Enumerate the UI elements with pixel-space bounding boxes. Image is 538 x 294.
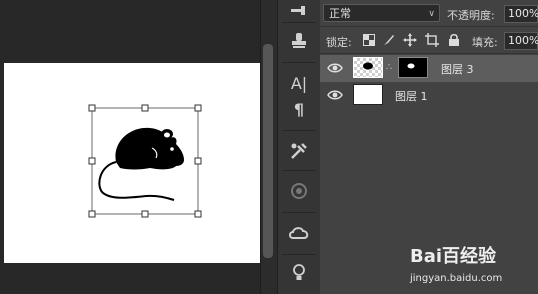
transform-handle-bottom-right[interactable] <box>194 210 202 218</box>
3d-panel-icon[interactable] <box>286 180 312 202</box>
panel-icon-dock: A| ¶ <box>277 0 321 294</box>
paragraph-glyph: ¶ <box>293 99 305 119</box>
lock-label: 锁定: <box>326 36 352 49</box>
transform-handle-top-right[interactable] <box>194 104 202 112</box>
mask-link-icon[interactable]: ∴ <box>386 62 392 73</box>
type-panel-icon[interactable]: A| <box>286 72 312 94</box>
layer-row-layer-1[interactable]: 图层 1 <box>320 82 538 109</box>
transform-handle-left[interactable] <box>88 157 96 165</box>
lock-image-pixels-icon[interactable] <box>382 33 396 47</box>
canvas-scrollbar-thumb[interactable] <box>263 44 273 258</box>
visibility-eye-icon[interactable] <box>327 61 343 75</box>
layer-thumbnail[interactable] <box>353 57 383 78</box>
fill-field[interactable]: 100% <box>504 32 538 50</box>
layer-mask-thumbnail[interactable] <box>398 57 428 78</box>
clone-stamp-icon[interactable] <box>286 30 312 52</box>
learn-icon[interactable] <box>286 262 312 284</box>
opacity-value: 100% <box>508 7 538 20</box>
lock-position-icon[interactable] <box>403 33 417 47</box>
layer-name[interactable]: 图层 1 <box>395 88 428 104</box>
visibility-eye-icon[interactable] <box>327 88 343 102</box>
layer-row-layer-3[interactable]: ∴ 图层 3 <box>320 55 538 82</box>
lock-all-icon[interactable] <box>447 33 461 47</box>
watermark-url: jingyan.baidu.com <box>410 273 503 284</box>
brush-settings-icon[interactable] <box>286 0 312 22</box>
blend-mode-value: 正常 <box>329 7 351 20</box>
watermark-text: Bai百经验 <box>410 245 497 267</box>
paragraph-icon[interactable]: ¶ <box>286 98 312 120</box>
transform-handle-right[interactable] <box>194 157 202 165</box>
layer-name[interactable]: 图层 3 <box>441 61 474 77</box>
transform-handle-top-left[interactable] <box>88 104 96 112</box>
transform-handle-bottom-left[interactable] <box>88 210 96 218</box>
layer-thumbnail[interactable] <box>353 84 383 105</box>
lock-artboard-icon[interactable] <box>425 33 439 47</box>
blend-mode-select[interactable]: 正常 ∨ <box>323 4 440 22</box>
fill-label: 填充: <box>472 36 498 49</box>
transform-handle-bottom[interactable] <box>141 210 149 218</box>
type-panel-glyph: A| <box>290 73 308 93</box>
lock-transparent-pixels-icon[interactable] <box>362 33 376 47</box>
chevron-down-icon: ∨ <box>428 9 435 19</box>
opacity-label: 不透明度: <box>447 9 495 22</box>
fill-value: 100% <box>508 34 538 47</box>
opacity-field[interactable]: 100% <box>504 5 538 23</box>
transform-handle-top[interactable] <box>141 104 149 112</box>
rat-silhouette-image[interactable] <box>88 104 204 220</box>
cc-libraries-icon[interactable] <box>286 222 312 244</box>
tools-preset-icon[interactable] <box>286 140 312 162</box>
